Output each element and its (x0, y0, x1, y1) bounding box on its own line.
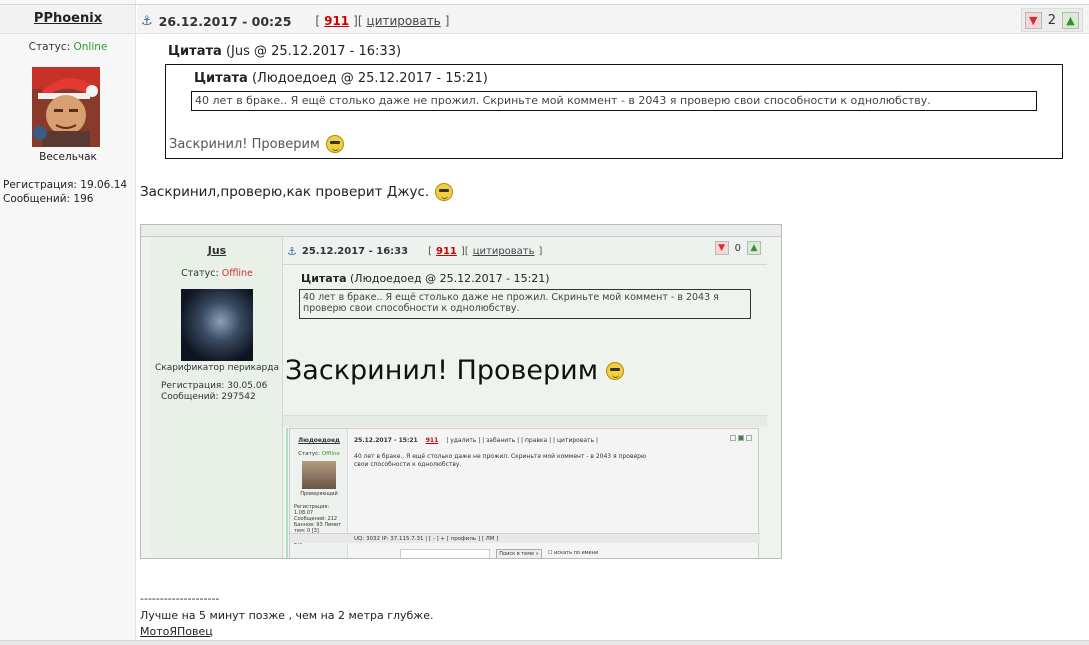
mini-avatar (302, 461, 336, 489)
mini-date: 25.12.2017 - 15:21 (354, 437, 418, 444)
cool-smiley-icon (325, 135, 344, 153)
anchor-icon[interactable]: ⚓ (141, 14, 153, 29)
shot-quote-source: (Людоедоед @ 25.12.2017 - 15:21) (350, 272, 550, 285)
mini-checkbox-label: искать по имени (554, 550, 599, 556)
author-registration: Регистрация: 19.06.14 Сообщений: 196 (3, 178, 127, 206)
forum-post: PPhoenix Статус: Online Весельчак Регист… (0, 0, 1089, 645)
shot-rating: ▼ 0 ▲ (714, 241, 761, 255)
mini-vote-box (730, 435, 736, 441)
status-label: Статус: (28, 41, 71, 53)
mini-vote-box (746, 435, 752, 441)
mini-checkbox: ☐ искать по имени (548, 550, 599, 556)
mini-search-button: Поиск в теме » (496, 549, 542, 558)
shot-quote-title: Цитата (Людоедоед @ 25.12.2017 - 15:21) (301, 272, 550, 285)
shot-post-id: 911 (436, 246, 457, 257)
shot-quote-box: 40 лет в браке.. Я ещё столько даже не п… (299, 289, 751, 319)
outer-quote-source: (Jus @ 25.12.2017 - 16:33) (225, 44, 402, 59)
outer-quote-label: Цитата (168, 44, 222, 59)
mini-post-id: 911 (425, 437, 439, 444)
mini-post-meta: 25.12.2017 - 15:21 911 | удалить | | заб… (354, 437, 598, 444)
mini-bottom-bar: UQ: 3032 IP: 37.115.7.31 | [ - ] + [ про… (290, 533, 760, 543)
signature-text: Лучше на 5 минут позже , чем на 2 метра … (140, 609, 434, 622)
mini-username: Людоедоед (298, 437, 340, 444)
post-body-text: Заскринил,проверю,как проверит Джус. (140, 183, 454, 201)
shot-quote-label: Цитата (301, 272, 347, 285)
shot-status-label: Статус: (181, 268, 219, 279)
shot-big-text-value: Заскринил! Проверим (285, 355, 599, 386)
post-text: Заскринил,проверю,как проверит Джус. (140, 184, 430, 200)
cool-smiley-icon (435, 183, 454, 201)
status-online: Online (73, 41, 108, 53)
mini-vote-box (738, 435, 744, 441)
thumb-down-icon: ▼ (714, 241, 729, 255)
bracket-open: [ (315, 14, 321, 28)
shot-date: 25.12.2017 - 16:33 (301, 246, 409, 257)
inner-quote-label: Цитата (194, 71, 248, 86)
mini-title: Проверяющий (300, 491, 338, 497)
post-rating: ▼ 2 ▲ (1020, 8, 1083, 32)
bracket-close: ] (444, 14, 450, 28)
shot-post-meta: ⚓ 25.12.2017 - 16:33 [ 911 ][ цитировать… (287, 245, 542, 258)
avatar-image (32, 67, 100, 147)
thumb-down-icon[interactable]: ▼ (1024, 11, 1042, 29)
shot-status: Статус: Offline (151, 268, 283, 279)
post-date: 26.12.2017 - 00:25 (158, 13, 292, 29)
post-id-link[interactable]: 911 (324, 14, 349, 28)
outer-quote-title: Цитата (Jus @ 25.12.2017 - 16:33) (168, 44, 401, 59)
author-title: Весельчак (39, 151, 97, 163)
embedded-screenshot[interactable]: Jus Статус: Offline Скарификатор перикар… (140, 224, 782, 559)
mini-search-input (400, 549, 490, 558)
inner-quote-source: (Людоедоед @ 25.12.2017 - 15:21) (251, 71, 488, 86)
anchor-icon: ⚓ (287, 245, 297, 258)
cite-link[interactable]: цитировать (367, 14, 441, 28)
shot-big-text: Заскринил! Проверим (285, 355, 625, 386)
shot-topbar (141, 225, 781, 237)
shot-bracket: [ (428, 246, 432, 257)
inner-quote-title: Цитата (Людоедоед @ 25.12.2017 - 15:21) (194, 71, 488, 86)
author-status: Статус: Online (0, 41, 136, 53)
author-avatar[interactable] (32, 67, 100, 147)
shot-bracket: ] (538, 246, 543, 257)
mini-stripe (286, 428, 288, 558)
shot-user-title: Скарификатор перикарда (154, 363, 279, 373)
mini-text: 40 лет в браке.. Я ещё столько даже не п… (354, 453, 647, 468)
posts-label: Сообщений: (3, 193, 71, 205)
outer-quote-reply-text: Заскринил! Проверим (169, 136, 320, 152)
shot-registration: Регистрация: 30.05.06 Сообщений: 297542 (161, 381, 267, 403)
rating-value: 2 (1047, 12, 1056, 28)
shot-rating-value: 0 (734, 242, 741, 254)
thumb-up-icon[interactable]: ▲ (1062, 11, 1079, 29)
shot-bracket: ][ (460, 246, 469, 257)
mini-links: | удалить | | забанить | | правка | | ци… (446, 437, 599, 444)
mini-status: Статус: Offline (290, 451, 348, 457)
thumb-up-icon: ▲ (747, 241, 761, 255)
shot-separator (283, 415, 767, 427)
bracket-sep: ][ (353, 14, 363, 28)
signature-divider: -------------------- (140, 592, 220, 605)
mini-status-value: Offline (321, 451, 340, 457)
shot-cite-link: цитировать (472, 246, 535, 257)
inner-quote-box: 40 лет в браке.. Я ещё столько даже не п… (191, 91, 1037, 111)
posts-count: 196 (73, 193, 94, 205)
shot-username: Jus (207, 244, 227, 257)
registration-label: Регистрация: (3, 179, 77, 191)
shot-avatar (181, 289, 253, 361)
post-meta: ⚓ 26.12.2017 - 00:25 [ 911 ][ цитировать… (141, 12, 449, 30)
shot-status-value: Offline (221, 268, 253, 279)
outer-quote-reply: Заскринил! Проверим (169, 135, 344, 153)
registration-date: 19.06.14 (80, 179, 128, 191)
mini-rating (730, 435, 752, 441)
post-bottom-rule (0, 640, 1089, 645)
nested-mini-screenshot: Людоедоед Статус: Offline Проверяющий Ре… (289, 428, 760, 558)
cool-smiley-icon (606, 361, 625, 380)
signature-link[interactable]: МотоЯПовец (140, 625, 213, 638)
mini-status-label: Статус: (298, 451, 320, 457)
shot-posts-line: Сообщений: 297542 (161, 392, 256, 402)
outer-quote-box: Цитата (Людоедоед @ 25.12.2017 - 15:21) … (165, 64, 1063, 159)
shot-reg-line: Регистрация: 30.05.06 (161, 381, 268, 391)
author-username-link[interactable]: PPhoenix (0, 11, 136, 26)
